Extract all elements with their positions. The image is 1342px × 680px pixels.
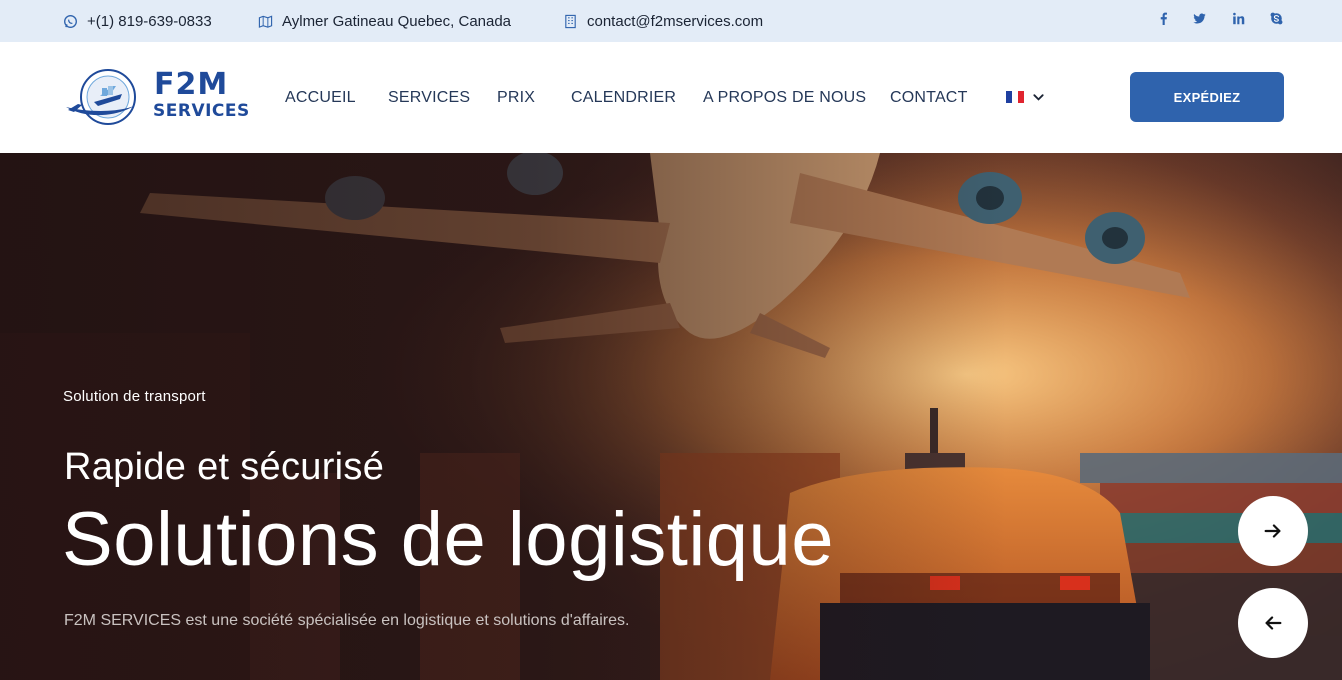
arrow-left-icon	[1265, 616, 1282, 630]
main-header: F2M SERVICES ACCUEIL SERVICES PRIX CALEN…	[0, 42, 1342, 153]
nav-item-a-propos[interactable]: A PROPOS DE NOUS	[703, 42, 866, 153]
building-icon	[565, 14, 576, 28]
hero-subtitle: Rapide et sécurisé	[64, 446, 385, 488]
hero-banner: Solution de transport Rapide et sécurisé…	[0, 153, 1342, 680]
logo-brand-text: F2M	[154, 67, 229, 102]
nav-item-contact[interactable]: CONTACT	[890, 42, 968, 153]
contact-phone[interactable]: +(1) 819-639-0833	[63, 0, 212, 42]
contact-email[interactable]: contact@f2mservices.com	[563, 0, 763, 42]
nav-item-prix[interactable]: PRIX	[497, 42, 535, 153]
nav-item-services[interactable]: SERVICES	[388, 42, 470, 153]
top-info-bar: +(1) 819-639-0833 Aylmer Gatineau Quebec…	[0, 0, 1342, 42]
map-icon	[258, 15, 273, 28]
hero-title: Solutions de logistique	[62, 497, 835, 582]
slider-prev-button[interactable]	[1238, 588, 1308, 658]
logo-emblem	[66, 69, 136, 125]
phone-text: +(1) 819-639-0833	[87, 12, 212, 30]
facebook-icon	[1160, 12, 1167, 25]
skype-link[interactable]	[1270, 0, 1283, 36]
nav-item-accueil[interactable]: ACCUEIL	[285, 42, 356, 153]
linkedin-link[interactable]	[1232, 0, 1245, 36]
skype-icon	[1270, 12, 1283, 24]
language-selector[interactable]	[1006, 87, 1045, 107]
contact-address: Aylmer Gatineau Quebec, Canada	[258, 0, 511, 42]
email-text: contact@f2mservices.com	[587, 12, 764, 30]
slider-next-button[interactable]	[1238, 496, 1308, 566]
site-logo[interactable]: F2M SERVICES	[64, 66, 249, 132]
logo-sub-text: SERVICES	[153, 101, 250, 121]
nav-item-calendrier[interactable]: CALENDRIER	[571, 42, 676, 153]
facebook-link[interactable]	[1157, 0, 1170, 36]
twitter-icon	[1193, 12, 1206, 24]
hero-dark-overlay	[0, 153, 1342, 680]
whatsapp-icon	[64, 14, 77, 28]
hero-description: F2M SERVICES est une société spécialisée…	[64, 612, 630, 629]
chevron-down-icon	[1033, 93, 1044, 101]
twitter-link[interactable]	[1193, 0, 1206, 36]
france-flag-icon	[1006, 91, 1024, 103]
linkedin-icon	[1233, 12, 1245, 24]
hero-eyebrow: Solution de transport	[63, 388, 206, 405]
arrow-right-icon	[1264, 524, 1281, 538]
address-text: Aylmer Gatineau Quebec, Canada	[282, 12, 512, 30]
expediez-button[interactable]: EXPÉDIEZ	[1130, 72, 1284, 122]
